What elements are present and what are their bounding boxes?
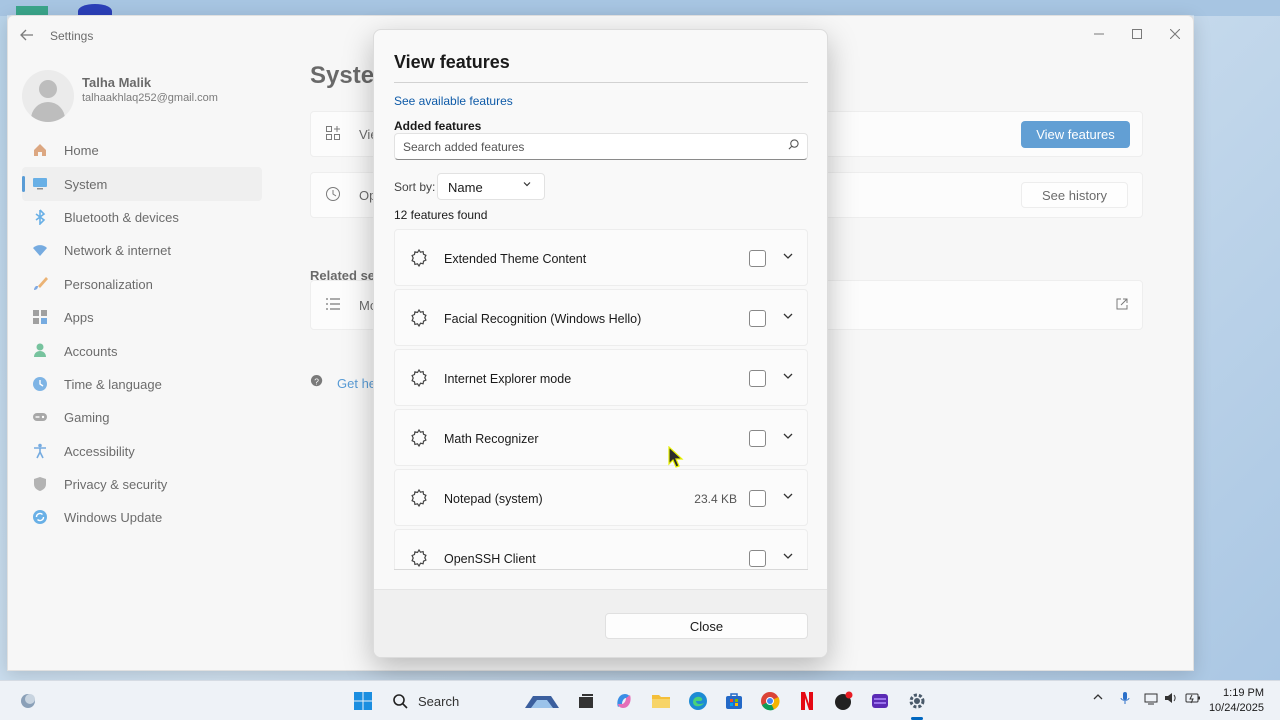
feature-checkbox[interactable] [749, 430, 766, 447]
taskbar: Search 1:19 PM 10/24/2025 [0, 680, 1280, 720]
sort-dropdown[interactable]: Name [437, 173, 545, 200]
list-item[interactable]: Facial Recognition (Windows Hello) [394, 289, 808, 346]
list-item[interactable]: Internet Explorer mode [394, 349, 808, 406]
list-item[interactable]: Math Recognizer [394, 409, 808, 466]
taskbar-search-label: Search [418, 693, 460, 709]
search-icon [393, 694, 408, 709]
netflix-icon[interactable] [795, 689, 819, 713]
divider [394, 82, 808, 83]
chevron-down-icon[interactable] [781, 489, 795, 503]
file-explorer-icon[interactable] [649, 689, 673, 713]
edge-browser-icon[interactable] [686, 689, 710, 713]
search-icon [788, 139, 799, 153]
task-view-icon[interactable] [574, 689, 598, 713]
see-available-features-link[interactable]: See available features [394, 94, 513, 108]
feature-checkbox[interactable] [749, 490, 766, 507]
puzzle-gear-icon [409, 368, 429, 388]
clock-time[interactable]: 1:19 PM [1223, 687, 1264, 699]
list-item[interactable]: Extended Theme Content [394, 229, 808, 286]
start-icon[interactable] [351, 689, 375, 713]
dialog-footer: Close [374, 589, 827, 657]
clock-date[interactable]: 10/24/2025 [1209, 702, 1264, 714]
search-input[interactable] [403, 140, 773, 154]
desktop-background [0, 0, 1280, 16]
feature-name: OpenSSH Client [444, 552, 536, 566]
store-icon[interactable] [722, 689, 746, 713]
microphone-icon[interactable] [1119, 691, 1131, 708]
list-item[interactable]: Notepad (system) 23.4 KB [394, 469, 808, 526]
search-box[interactable] [394, 133, 808, 160]
volume-icon[interactable] [1164, 691, 1178, 708]
chevron-up-icon[interactable] [1092, 691, 1104, 706]
clipchamp-icon[interactable] [868, 689, 892, 713]
chevron-down-icon[interactable] [781, 429, 795, 443]
feature-name: Notepad (system) [444, 492, 543, 506]
puzzle-gear-icon [409, 308, 429, 328]
feature-name: Internet Explorer mode [444, 372, 572, 386]
added-features-heading: Added features [394, 119, 482, 133]
feature-checkbox[interactable] [749, 550, 766, 567]
results-count: 12 features found [394, 208, 488, 222]
feature-name: Facial Recognition (Windows Hello) [444, 312, 642, 326]
dialog-title: View features [394, 52, 510, 72]
puzzle-gear-icon [409, 488, 429, 508]
chevron-down-icon[interactable] [781, 249, 795, 263]
chevron-down-icon[interactable] [781, 549, 795, 563]
mouse-cursor-icon [668, 446, 684, 468]
puzzle-gear-icon [409, 248, 429, 268]
chrome-icon[interactable] [758, 689, 782, 713]
list-item[interactable]: OpenSSH Client [394, 529, 808, 569]
sort-label: Sort by: [394, 180, 436, 194]
puzzle-gear-icon [409, 428, 429, 448]
view-features-dialog: View features See available features Add… [373, 29, 828, 658]
feature-checkbox[interactable] [749, 310, 766, 327]
chevron-down-icon[interactable] [781, 369, 795, 383]
network-status-icon[interactable] [1144, 691, 1158, 708]
feature-name: Math Recognizer [444, 432, 539, 446]
copilot-icon[interactable] [612, 689, 636, 713]
media-app-icon[interactable] [832, 689, 856, 713]
feature-size: 23.4 KB [694, 492, 737, 506]
close-button[interactable]: Close [605, 613, 808, 639]
feature-name: Extended Theme Content [444, 252, 587, 266]
weather-icon[interactable] [16, 689, 40, 713]
chevron-down-icon [522, 179, 532, 192]
puzzle-gear-icon [409, 548, 429, 568]
sort-value: Name [448, 180, 483, 195]
feature-checkbox[interactable] [749, 370, 766, 387]
settings-gear-icon[interactable] [905, 689, 929, 713]
chevron-down-icon[interactable] [781, 309, 795, 323]
features-list: Extended Theme Content Facial Recognitio… [394, 229, 808, 570]
search-highlight-icon[interactable] [522, 689, 562, 713]
feature-checkbox[interactable] [749, 250, 766, 267]
battery-icon[interactable] [1185, 691, 1201, 708]
